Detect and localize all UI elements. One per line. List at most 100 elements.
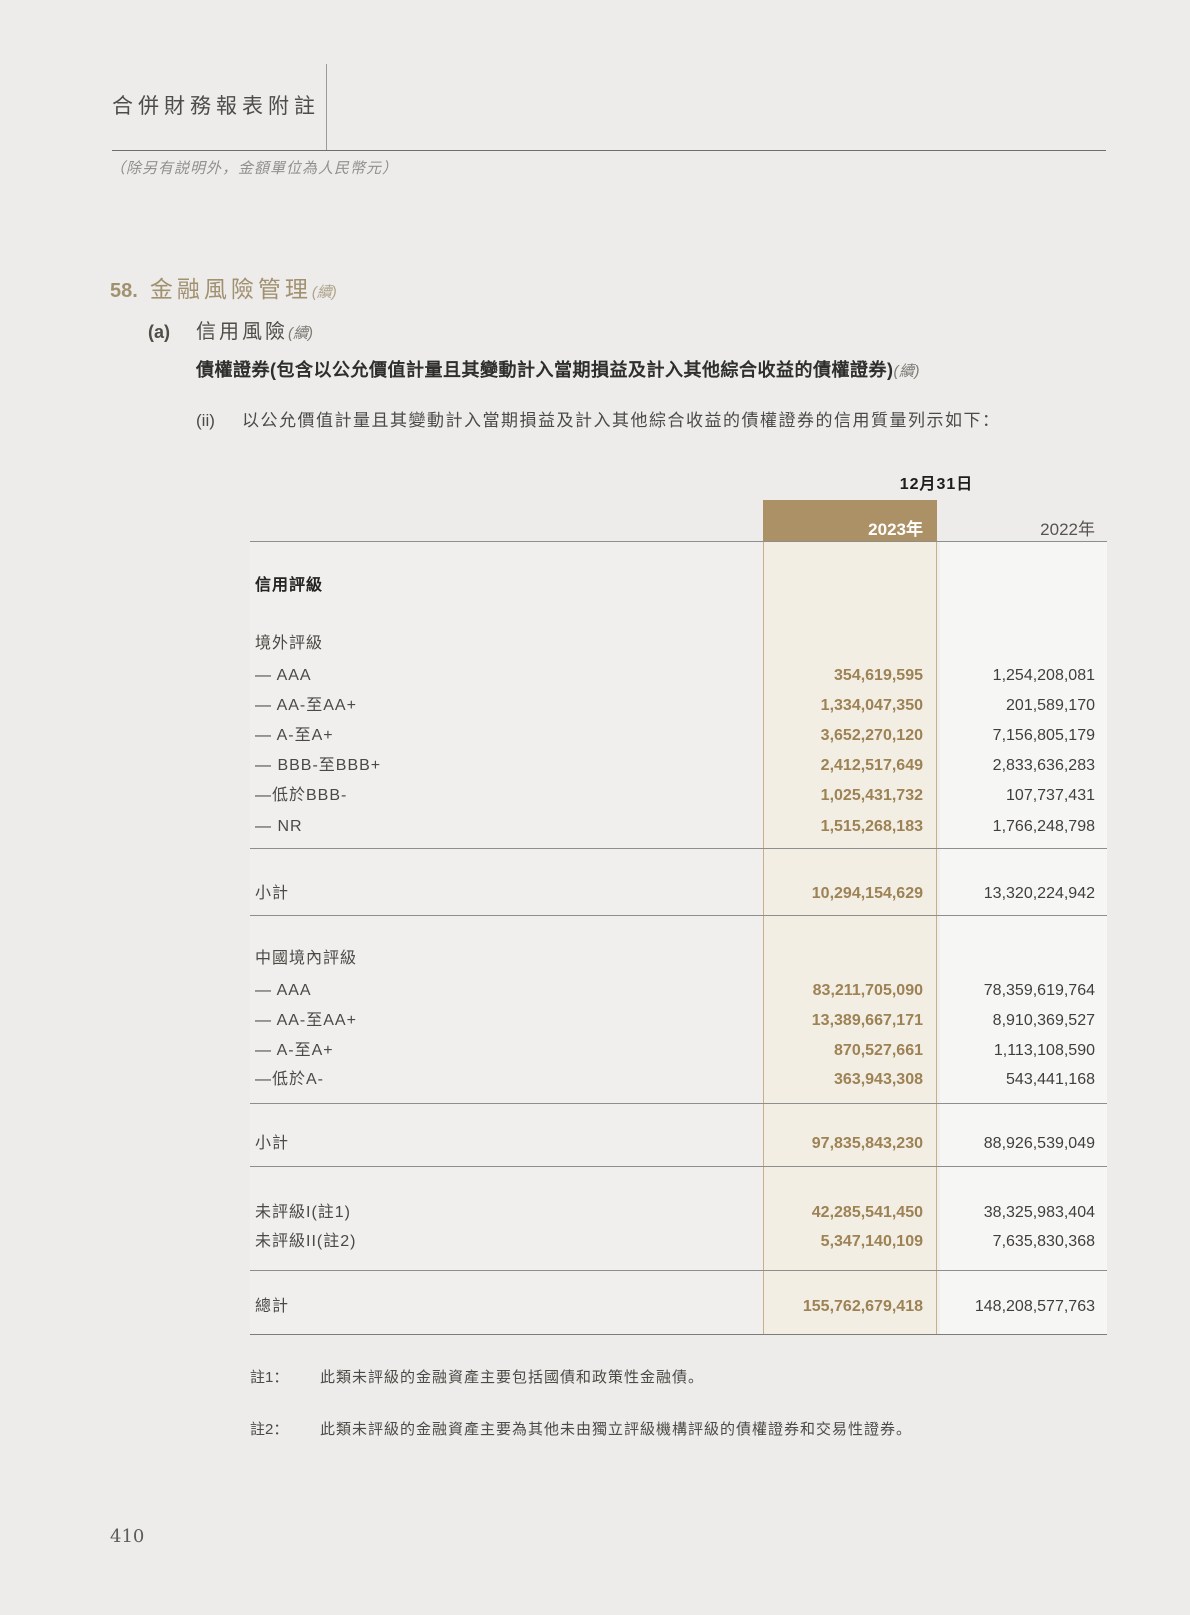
subsection-title: 信用風險 bbox=[196, 321, 288, 343]
row-label: 未評級II(註2) bbox=[255, 1231, 356, 1253]
value-2022: 543,441,168 bbox=[937, 1069, 1107, 1091]
date-header: 12月31日 bbox=[766, 470, 1107, 494]
table-rule bbox=[250, 1103, 1107, 1104]
header-vertical-rule bbox=[326, 64, 327, 150]
subsection-continued-label: (續) bbox=[288, 325, 313, 342]
value-2022: 1,766,248,798 bbox=[937, 816, 1107, 838]
table-rule-top bbox=[250, 541, 1107, 542]
credit-quality-table: 12月31日 2023年 2022年 信用評級 境外評級 — AAA 354,6… bbox=[250, 470, 1107, 1335]
value-2023: 10,294,154,629 bbox=[763, 883, 937, 905]
table-row: 未評級II(註2) 5,347,140,109 7,635,830,368 bbox=[250, 1231, 1107, 1253]
row-label: 小計 bbox=[255, 883, 289, 905]
row-label: — AA-至AA+ bbox=[255, 1010, 357, 1032]
row-label: — AA-至AA+ bbox=[255, 695, 357, 717]
table-row: — NR 1,515,268,183 1,766,248,798 bbox=[250, 816, 1107, 838]
row-label: — AAA bbox=[255, 665, 312, 687]
section-title: 金融風險管理 bbox=[150, 276, 312, 302]
row-label: —低於BBB- bbox=[255, 785, 347, 807]
value-2023: 3,652,270,120 bbox=[763, 725, 937, 747]
footnote-text: 此類未評級的金融資產主要為其他未由獨立評級機構評級的債權證券和交易性證券。 bbox=[320, 1421, 912, 1438]
table-row: 中國境內評級 bbox=[250, 948, 1107, 970]
value-2023: 155,762,679,418 bbox=[763, 1296, 937, 1318]
table-row: —低於BBB- 1,025,431,732 107,737,431 bbox=[250, 785, 1107, 807]
header-horizontal-rule bbox=[112, 150, 1106, 151]
document-title: 合併財務報表附註 bbox=[112, 90, 320, 120]
value-2023: 1,515,268,183 bbox=[763, 816, 937, 838]
value-2023: 1,025,431,732 bbox=[763, 785, 937, 807]
value-2023: 870,527,661 bbox=[763, 1040, 937, 1062]
value-2023: 363,943,308 bbox=[763, 1069, 937, 1091]
value-2022: 88,926,539,049 bbox=[937, 1133, 1107, 1155]
paragraph-continued-label: (續) bbox=[893, 363, 920, 380]
table-row: — A-至A+ 870,527,661 1,113,108,590 bbox=[250, 1040, 1107, 1062]
column-header-2022: 2022年 bbox=[937, 500, 1107, 541]
footnote-text: 此類未評級的金融資產主要包括國債和政策性金融債。 bbox=[320, 1369, 704, 1386]
row-label: — A-至A+ bbox=[255, 1040, 334, 1062]
document-subtitle: （除另有説明外，金額單位為人民幣元） bbox=[110, 157, 398, 178]
table-row: 信用評級 bbox=[250, 575, 1107, 597]
value-2022: 148,208,577,763 bbox=[937, 1296, 1107, 1318]
value-2022: 38,325,983,404 bbox=[937, 1202, 1107, 1224]
table-row: — AA-至AA+ 1,334,047,350 201,589,170 bbox=[250, 695, 1107, 717]
row-label: 總計 bbox=[255, 1296, 289, 1318]
value-2023: 5,347,140,109 bbox=[763, 1231, 937, 1253]
list-item-text: 以公允價值計量且其變動計入當期損益及計入其他綜合收益的債權證券的信用質量列示如下… bbox=[242, 411, 1001, 430]
value-2022: 1,113,108,590 bbox=[937, 1040, 1107, 1062]
subsection-letter: (a) bbox=[148, 322, 170, 342]
value-2023: 354,619,595 bbox=[763, 665, 937, 687]
value-2023: 1,334,047,350 bbox=[763, 695, 937, 717]
document-page: 合併財務報表附註 （除另有説明外，金額單位為人民幣元） 58.金融風險管理(續)… bbox=[0, 0, 1190, 1615]
value-2022: 107,737,431 bbox=[937, 785, 1107, 807]
row-label: — NR bbox=[255, 816, 303, 838]
table-rule bbox=[250, 1166, 1107, 1167]
table-rule bbox=[250, 1270, 1107, 1271]
table-rule bbox=[250, 915, 1107, 916]
table-rule bbox=[250, 848, 1107, 849]
value-2023: 97,835,843,230 bbox=[763, 1133, 937, 1155]
subsection-heading: (a) 信用風險(續) bbox=[148, 315, 313, 344]
table-row: — AAA 83,211,705,090 78,359,619,764 bbox=[250, 980, 1107, 1002]
table-row-subtotal: 小計 97,835,843,230 88,926,539,049 bbox=[250, 1133, 1107, 1155]
list-item-marker: (ii) bbox=[196, 411, 242, 431]
footnote-1: 註1：此類未評級的金融資產主要包括國債和政策性金融債。 bbox=[250, 1366, 704, 1387]
footnote-label: 註1： bbox=[250, 1366, 320, 1387]
row-label: 未評級I(註1) bbox=[255, 1202, 351, 1224]
value-2022: 1,254,208,081 bbox=[937, 665, 1107, 687]
section-continued-label: (續) bbox=[312, 284, 337, 301]
value-2023: 42,285,541,450 bbox=[763, 1202, 937, 1224]
table-row: — AA-至AA+ 13,389,667,171 8,910,369,527 bbox=[250, 1010, 1107, 1032]
paragraph-heading-text: 債權證券(包含以公允價值計量且其變動計入當期損益及計入其他綜合收益的債權證券) bbox=[196, 360, 893, 380]
value-2022: 8,910,369,527 bbox=[937, 1010, 1107, 1032]
row-label: 中國境內評級 bbox=[255, 948, 357, 970]
table-row: 境外評級 bbox=[250, 633, 1107, 655]
table-row: — A-至A+ 3,652,270,120 7,156,805,179 bbox=[250, 725, 1107, 747]
row-label: 境外評級 bbox=[255, 633, 323, 655]
section-number: 58. bbox=[110, 280, 138, 302]
table-rule-bottom bbox=[250, 1334, 1107, 1335]
table-row: — AAA 354,619,595 1,254,208,081 bbox=[250, 665, 1107, 687]
row-label: 信用評級 bbox=[255, 575, 323, 597]
row-label: — AAA bbox=[255, 980, 312, 1002]
footnote-2: 註2：此類未評級的金融資產主要為其他未由獨立評級機構評級的債權證券和交易性證券。 bbox=[250, 1418, 912, 1439]
table-row: — BBB-至BBB+ 2,412,517,649 2,833,636,283 bbox=[250, 755, 1107, 777]
value-2022: 7,156,805,179 bbox=[937, 725, 1107, 747]
value-2023: 13,389,667,171 bbox=[763, 1010, 937, 1032]
table-row-subtotal: 小計 10,294,154,629 13,320,224,942 bbox=[250, 883, 1107, 905]
row-label: — A-至A+ bbox=[255, 725, 334, 747]
row-label: —低於A- bbox=[255, 1069, 324, 1091]
row-label: 小計 bbox=[255, 1133, 289, 1155]
paragraph-heading: 債權證券(包含以公允價值計量且其變動計入當期損益及計入其他綜合收益的債權證券)(… bbox=[196, 356, 920, 382]
footnote-label: 註2： bbox=[250, 1418, 320, 1439]
value-2023: 2,412,517,649 bbox=[763, 755, 937, 777]
value-2022: 13,320,224,942 bbox=[937, 883, 1107, 905]
value-2022: 78,359,619,764 bbox=[937, 980, 1107, 1002]
section-heading: 58. 金融風險管理(續) bbox=[110, 270, 337, 304]
table-row: 未評級I(註1) 42,285,541,450 38,325,983,404 bbox=[250, 1202, 1107, 1224]
table-row: —低於A- 363,943,308 543,441,168 bbox=[250, 1069, 1107, 1091]
row-label: — BBB-至BBB+ bbox=[255, 755, 381, 777]
value-2022: 7,635,830,368 bbox=[937, 1231, 1107, 1253]
value-2022: 2,833,636,283 bbox=[937, 755, 1107, 777]
value-2022: 201,589,170 bbox=[937, 695, 1107, 717]
list-item: (ii)以公允價值計量且其變動計入當期損益及計入其他綜合收益的債權證券的信用質量… bbox=[196, 406, 1001, 431]
page-number: 410 bbox=[110, 1526, 144, 1547]
